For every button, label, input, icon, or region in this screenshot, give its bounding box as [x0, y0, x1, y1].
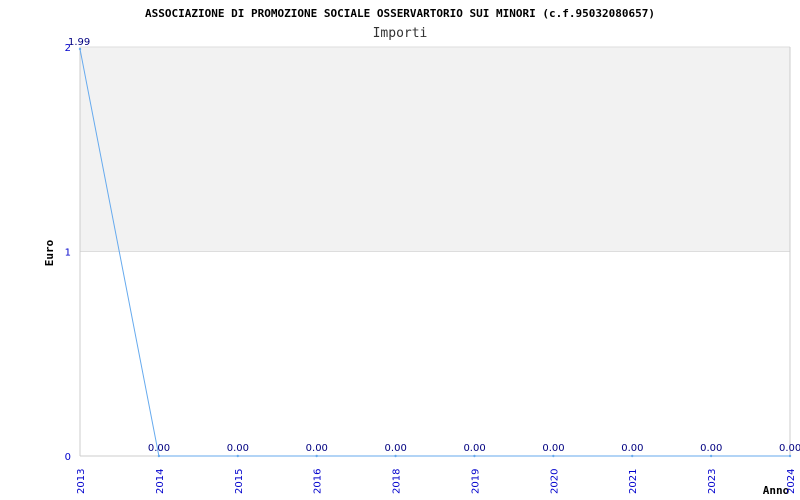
y-axis-label: Euro	[43, 239, 56, 266]
data-point	[552, 454, 555, 458]
data-point	[788, 454, 792, 458]
x-tick-label: 2014	[155, 469, 166, 494]
y-tick-label: 1	[65, 248, 71, 259]
data-label: 0.00	[621, 443, 643, 454]
data-label: 0.00	[385, 443, 407, 454]
data-point	[394, 454, 397, 458]
x-tick-label: 2015	[234, 469, 245, 494]
x-tick-label: 2021	[628, 469, 639, 494]
data-label: 0.00	[227, 443, 249, 454]
background-band	[80, 47, 790, 252]
data-point	[315, 454, 318, 458]
y-tick-labels: 012	[65, 43, 71, 463]
x-tick-label: 2024	[786, 469, 797, 494]
data-label: 0.00	[306, 443, 328, 454]
x-tick-label: 2023	[707, 469, 718, 494]
chart-title: ASSOCIAZIONE DI PROMOZIONE SOCIALE OSSER…	[145, 7, 655, 20]
data-label: 0.00	[463, 443, 485, 454]
data-point	[631, 454, 634, 458]
data-point	[236, 454, 239, 458]
x-tick-labels: 2013 2014 2015 2016 2018 2019 2020 2021 2023 2024	[76, 469, 797, 494]
data-label: 0.00	[542, 443, 564, 454]
y-tick-label: 0	[65, 452, 71, 463]
data-label: 1.99	[68, 37, 90, 48]
line-chart: ASSOCIAZIONE DI PROMOZIONE SOCIALE OSSER…	[43, 7, 800, 497]
data-label: 0.00	[779, 443, 800, 454]
x-tick-label: 2016	[313, 469, 324, 494]
chart-subtitle: Importi	[373, 26, 428, 41]
data-point	[157, 454, 161, 458]
x-tick-label: 2018	[392, 469, 403, 494]
data-point	[709, 454, 713, 458]
data-point	[78, 47, 82, 51]
x-tick-label: 2020	[549, 469, 560, 494]
x-tick-label: 2013	[76, 469, 87, 494]
data-label: 0.00	[148, 443, 170, 454]
x-tick-label: 2019	[470, 469, 481, 494]
background-band	[80, 251, 790, 456]
data-label: 0.00	[700, 443, 722, 454]
data-point	[473, 454, 476, 458]
